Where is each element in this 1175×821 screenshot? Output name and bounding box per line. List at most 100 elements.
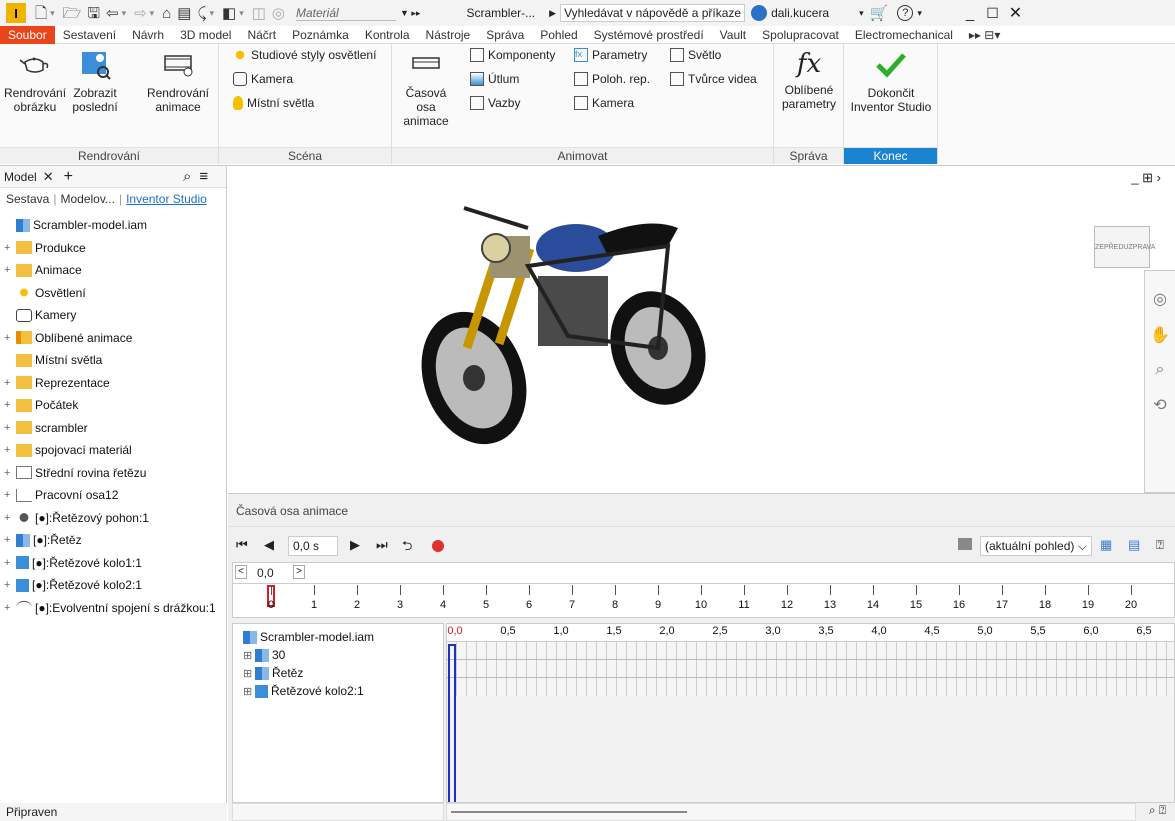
browser-tree-item[interactable]: + spojovací materiál (0, 439, 226, 462)
adjust-icon[interactable]: ◎ (272, 6, 285, 21)
expand-icon[interactable]: + (4, 557, 16, 569)
expand-icon[interactable]: + (4, 422, 16, 434)
render-animation-button[interactable]: Rendrování animace (146, 48, 210, 114)
timeline-tree-item[interactable]: ⊞ 30 (239, 646, 437, 664)
expand-icon[interactable]: + (4, 512, 16, 524)
app-logo[interactable]: I (6, 3, 26, 23)
play-button[interactable]: ▶ (350, 537, 360, 553)
constraints-button[interactable]: Vazby (470, 94, 520, 112)
tracks-scrollbar[interactable] (446, 803, 1136, 821)
browser-tree-item[interactable]: + [●]:Řetězové kolo2:1 (0, 574, 226, 597)
timeline-tracks[interactable]: 0,0 0,5 1,0 1,5 2,0 2,5 3,0 3,5 4,0 4,5 5,0 5,5 6,0 6… (446, 623, 1175, 803)
fade-button[interactable]: Útlum (470, 70, 519, 88)
tab-inspect[interactable]: Kontrola (357, 26, 418, 44)
browser-tree-item[interactable]: + Produkce (0, 237, 226, 260)
expand-icon[interactable]: + (4, 242, 16, 254)
expand-icon[interactable]: + (4, 399, 16, 411)
animate-camera-button[interactable]: Kamera (574, 94, 634, 112)
browser-tree-item[interactable]: + Animace (0, 259, 226, 282)
tab-collaborate[interactable]: Spolupracovat (754, 26, 847, 44)
menu-icon[interactable]: ≡ (199, 168, 208, 185)
local-lights-button[interactable]: Místní světla (233, 94, 314, 112)
lighting-styles-button[interactable]: Studiové styly osvětlení (233, 46, 376, 64)
pan-icon[interactable]: ✋ (1145, 325, 1175, 345)
tab-sketch[interactable]: Náčrt (239, 26, 284, 44)
tab-design[interactable]: Návrh (124, 26, 172, 44)
tab-file[interactable]: Soubor (0, 25, 55, 44)
browser-tree-item[interactable]: Kamery (0, 304, 226, 327)
browser-tree-item[interactable]: + Reprezentace (0, 372, 226, 395)
help-icon[interactable]: ? (897, 5, 914, 21)
search-icon[interactable]: ⌕ (183, 168, 191, 185)
tab-manage[interactable]: Správa (478, 26, 532, 44)
tab-environments[interactable]: Systémové prostředí (586, 26, 712, 44)
select-icon[interactable]: ⤹ (197, 6, 206, 21)
light-button[interactable]: Světlo (670, 46, 721, 64)
browser-tree-item[interactable]: + Oblíbené animace (0, 327, 226, 350)
timeline-tree-item[interactable]: Scrambler-model.iam (239, 628, 437, 646)
view-cube-right[interactable]: ZPRAVA (1128, 244, 1155, 251)
time-input[interactable]: 0,0 s (288, 536, 338, 556)
positional-rep-button[interactable]: Poloh. rep. (574, 70, 650, 88)
video-producer-button[interactable]: Tvůrce videa (670, 70, 757, 88)
tab-view[interactable]: Pohled (532, 26, 585, 44)
timeline-tree-item[interactable]: ⊞ Řetěz (239, 664, 437, 682)
orbit-icon[interactable]: ⟲ (1145, 395, 1175, 415)
camera-button[interactable]: Kamera (233, 70, 293, 88)
go-to-end-button[interactable]: ⏭ (376, 537, 388, 553)
maximize-icon[interactable]: ☐ (986, 5, 999, 22)
add-tab-icon[interactable]: + (64, 168, 73, 186)
browser-tree-item[interactable]: + [●]:Evolventní spojení s drážkou:1 (0, 597, 226, 620)
save-icon[interactable]: 🖫 (87, 6, 100, 21)
appearance-icon[interactable]: ◧ (222, 6, 236, 21)
tab-tools[interactable]: Nástroje (418, 26, 479, 44)
properties-icon[interactable]: ▤ (177, 6, 191, 21)
minimize-icon[interactable]: _ (966, 5, 974, 22)
view-select[interactable]: (aktuální pohled) ⌵ (980, 536, 1092, 556)
material-select[interactable]: Materiál (296, 6, 396, 21)
browser-tree-item[interactable]: Místní světla (0, 349, 226, 372)
new-icon[interactable]: 🗋 (35, 6, 47, 21)
home-icon[interactable]: ⌂ (162, 6, 171, 21)
zoom-icon[interactable]: ⌕ (1145, 361, 1175, 379)
chevron-down-icon[interactable]: ▾ (917, 8, 922, 19)
parameters-button[interactable]: fx Parametry (574, 46, 647, 64)
help-search-input[interactable]: Vyhledávat v nápovědě a příkaze (560, 4, 746, 22)
ruler-scroll-right[interactable]: > (293, 565, 305, 579)
expand-icon[interactable]: + (4, 602, 16, 614)
browser-tree-item[interactable]: + Střední rovina řetězu (0, 462, 226, 485)
subtab-modeling[interactable]: Modelov... (60, 192, 114, 206)
tab-annotate[interactable]: Poznámka (284, 26, 357, 44)
expand-icon[interactable]: + (4, 579, 16, 591)
go-to-start-button[interactable]: ⏮ (236, 537, 248, 553)
components-button[interactable]: Komponenty (470, 46, 555, 64)
subtab-inventor-studio[interactable]: Inventor Studio (126, 192, 207, 206)
track-time-cursor[interactable] (448, 644, 456, 802)
expand-icon[interactable]: + (4, 377, 16, 389)
browser-tree-item[interactable]: Osvětlení (0, 282, 226, 305)
animation-timeline-button[interactable]: Časová osa animace (396, 48, 456, 128)
expand-icon[interactable]: ⊞ (243, 667, 255, 680)
expand-icon[interactable]: + (4, 489, 16, 501)
viewport-window-controls[interactable]: _ ⊞ › (1131, 170, 1161, 186)
help-icon[interactable]: ⍰ (1156, 537, 1164, 553)
graphics-viewport[interactable]: _ ⊞ › ZEPŘEDU ZPRAVA ◎ ✋ ⌕ ⟲ (228, 166, 1175, 493)
subtab-assembly[interactable]: Sestava (6, 192, 49, 206)
user-icon[interactable] (751, 5, 768, 21)
options-icon[interactable]: ▤ (1128, 537, 1140, 553)
expand-icon[interactable]: + (4, 534, 16, 546)
tab-electromechanical[interactable]: Electromechanical (847, 26, 961, 44)
chevron-down-icon[interactable]: ▾ (859, 8, 864, 19)
timeline-ruler[interactable]: < 0,0 > 0 1 2 3 4 5 6 7 8 9 10 11 12 13 14 15 16 17 18 19 20 (232, 562, 1175, 618)
expand-icon[interactable]: + (4, 467, 16, 479)
browser-tree-item[interactable]: Scrambler-model.iam (0, 214, 226, 237)
tab-vault[interactable]: Vault (712, 26, 754, 44)
show-last-button[interactable]: Zobrazit poslední (68, 48, 122, 114)
expand-icon[interactable]: + (4, 332, 16, 344)
view-cube-front[interactable]: ZEPŘEDU (1095, 244, 1128, 251)
render-image-button[interactable]: Rendrování obrázku (4, 48, 66, 114)
favorite-parameters-button[interactable]: fx Oblíbené parametry (776, 48, 842, 111)
timeline-tree-item[interactable]: ⊞ Řetězové kolo2:1 (239, 682, 437, 700)
redo-icon[interactable]: ⇨ (134, 6, 147, 21)
record-button[interactable] (432, 540, 444, 552)
